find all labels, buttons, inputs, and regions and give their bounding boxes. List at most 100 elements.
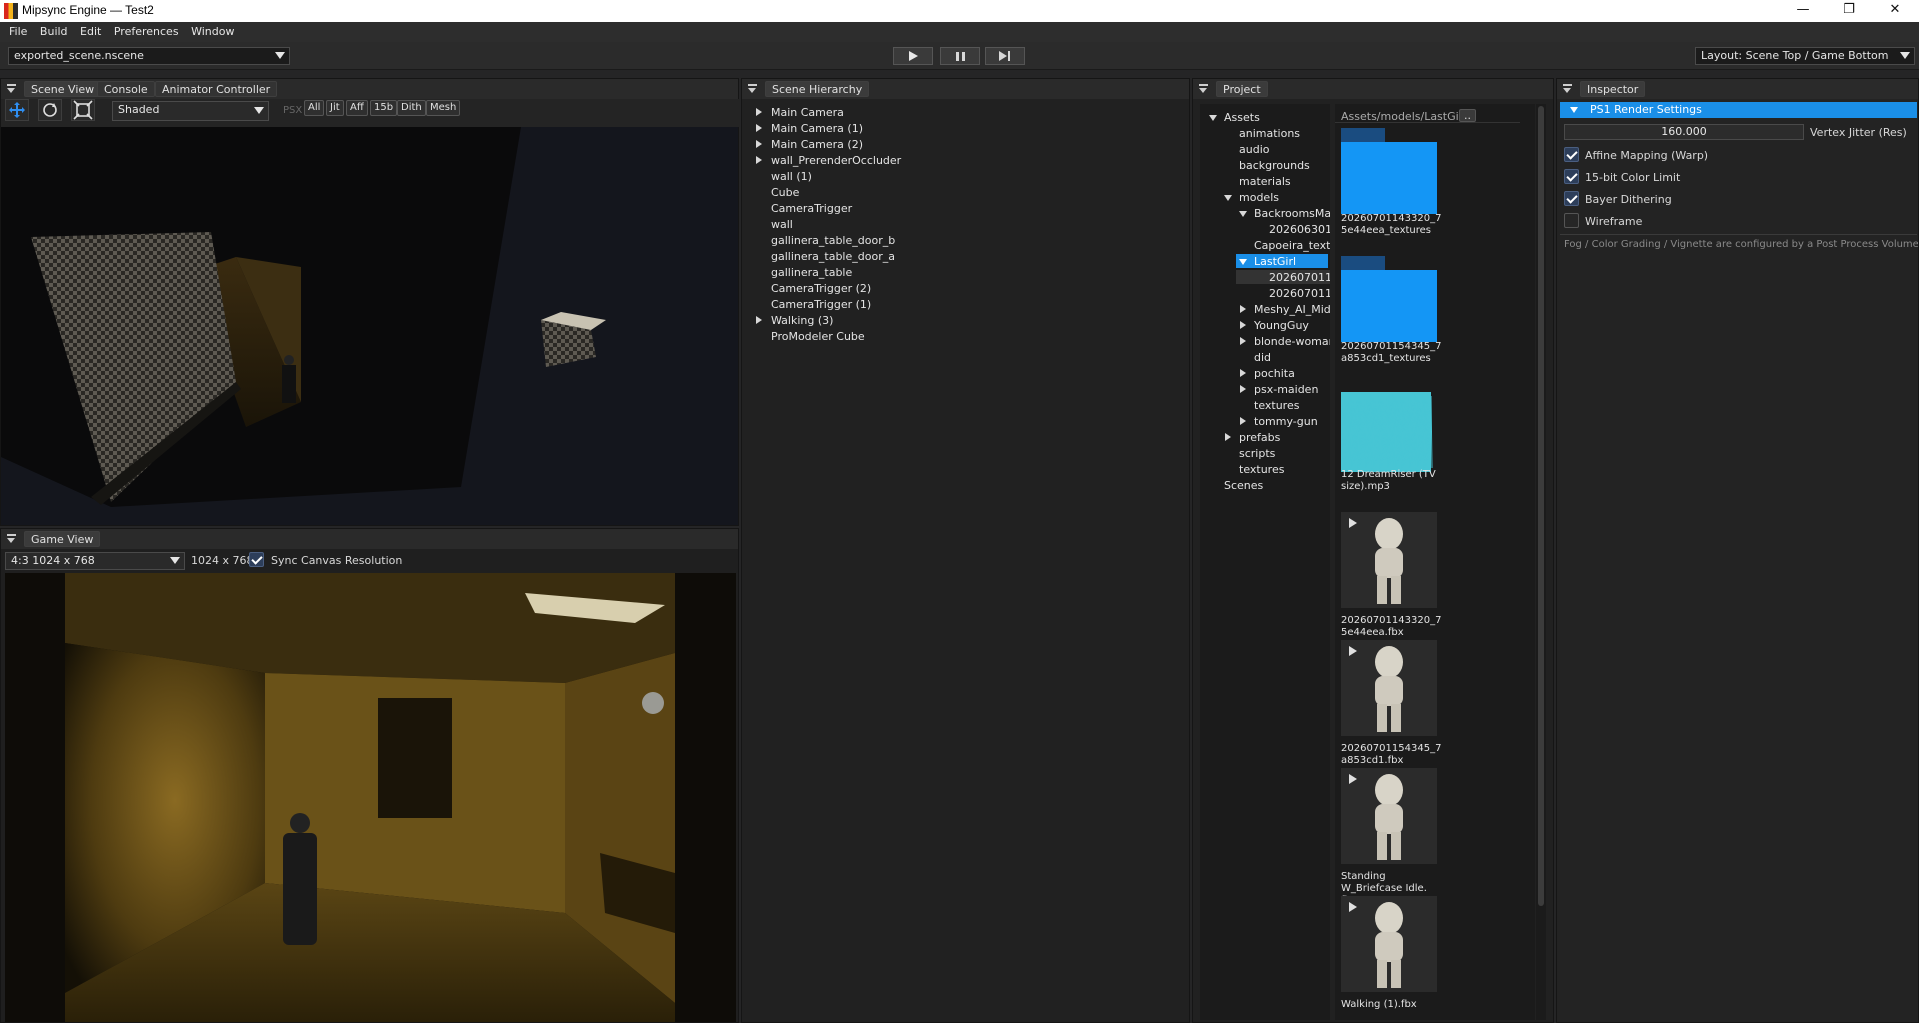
layout-select[interactable]: Layout: Scene Top / Game Bottom	[1695, 47, 1915, 65]
expand-icon[interactable]	[756, 156, 762, 164]
vertex-jitter-input[interactable]: 160.000	[1564, 124, 1804, 140]
hierarchy-item-label: CameraTrigger	[771, 202, 853, 215]
menu-file[interactable]: File	[0, 22, 27, 42]
rotate-tool-button[interactable]	[38, 99, 62, 121]
affine-mapping-label: Affine Mapping (Warp)	[1585, 149, 1709, 162]
asset-item[interactable]: 12 DreamRiser (TV size).mp3	[1341, 384, 1441, 509]
sync-canvas-label: Sync Canvas Resolution	[271, 554, 403, 567]
affine-mapping-checkbox[interactable]	[1564, 147, 1579, 162]
maximize-button[interactable]: ❐	[1826, 0, 1872, 22]
scene-viewport[interactable]	[1, 127, 738, 525]
expand-icon[interactable]	[756, 108, 762, 116]
color-limit-checkbox[interactable]	[1564, 169, 1579, 184]
ps1-settings-header[interactable]: PS1 Render Settings	[1560, 102, 1917, 118]
expand-icon[interactable]	[1240, 321, 1246, 329]
play-icon	[909, 51, 918, 61]
folder-tree-label: YoungGuy	[1254, 319, 1309, 332]
psx-affine-button[interactable]: Aff	[346, 100, 368, 116]
scale-icon	[73, 100, 93, 120]
panel-menu-icon[interactable]	[7, 84, 16, 93]
menu-preferences[interactable]: Preferences	[105, 22, 179, 42]
game-view-panel: Game View 4:3 1024 x 768 1024 x 768 Sync…	[0, 528, 739, 1023]
project-asset-grid: Assets/models/LastGirl .. 20260701143320…	[1335, 104, 1535, 1020]
tab-project[interactable]: Project	[1216, 81, 1268, 97]
psx-all-button[interactable]: All	[304, 100, 325, 116]
close-button[interactable]: ✕	[1872, 0, 1918, 22]
expand-icon[interactable]	[756, 124, 762, 132]
panel-menu-icon[interactable]	[7, 534, 16, 543]
asset-item[interactable]: 20260701143320_7 5e44eea.fbx	[1341, 512, 1441, 638]
resolution-select[interactable]: 4:3 1024 x 768	[5, 552, 185, 570]
wireframe-label: Wireframe	[1585, 215, 1643, 228]
tab-scene-hierarchy[interactable]: Scene Hierarchy	[765, 81, 870, 97]
game-viewport[interactable]	[5, 573, 736, 1022]
scrollbar-thumb[interactable]	[1538, 106, 1544, 906]
psx-jitter-button[interactable]: Jit	[326, 100, 344, 116]
tab-inspector[interactable]: Inspector	[1580, 81, 1646, 97]
bayer-dithering-checkbox[interactable]	[1564, 191, 1579, 206]
psx-dither-button[interactable]: Dith	[397, 100, 426, 116]
hierarchy-item-label: gallinera_table	[771, 266, 853, 279]
collapse-icon[interactable]	[1209, 115, 1217, 121]
tab-console[interactable]: Console	[97, 81, 155, 97]
shading-value: Shaded	[118, 103, 160, 116]
psx-mesh-button[interactable]: Mesh	[426, 100, 461, 116]
scene-hierarchy-panel: Scene Hierarchy Main Camera Main Camera (…	[741, 78, 1190, 1023]
menu-edit[interactable]: Edit	[71, 22, 101, 42]
tab-scene-view[interactable]: Scene View	[24, 81, 102, 97]
panel-menu-icon[interactable]	[1563, 84, 1572, 93]
menu-build[interactable]: Build	[31, 22, 68, 42]
asset-item[interactable]: Walking (1).fbx	[1341, 896, 1441, 1020]
post-process-note: Fog / Color Grading / Vignette are confi…	[1564, 239, 1918, 250]
expand-icon[interactable]	[1240, 305, 1246, 313]
hierarchy-item-label: Main Camera	[771, 106, 844, 119]
expand-icon[interactable]	[1240, 337, 1246, 345]
menu-window[interactable]: Window	[182, 22, 234, 42]
tab-game-view[interactable]: Game View	[24, 531, 101, 547]
move-tool-button[interactable]	[5, 99, 29, 121]
panel-menu-icon[interactable]	[1199, 84, 1208, 93]
expand-icon[interactable]	[1240, 417, 1246, 425]
asset-item[interactable]: 20260701143320_7 5e44eea_textures	[1341, 128, 1441, 253]
scale-tool-button[interactable]	[71, 99, 95, 121]
hierarchy-item-label: Cube	[771, 186, 800, 199]
scene-file-select[interactable]: exported_scene.nscene	[8, 47, 290, 65]
folder-tree-label: blonde-woman	[1254, 335, 1330, 348]
psx-15bit-button[interactable]: 15b	[370, 100, 398, 116]
section-title: PS1 Render Settings	[1590, 103, 1702, 116]
asset-scrollbar[interactable]	[1536, 104, 1546, 1020]
hierarchy-item-label: gallinera_table_door_b	[771, 234, 896, 247]
play-button[interactable]	[893, 47, 933, 65]
up-folder-button[interactable]: ..	[1459, 109, 1476, 122]
scene-file-value: exported_scene.nscene	[14, 49, 144, 62]
folder-tree-label: prefabs	[1239, 431, 1281, 444]
folder-tree-label: psx-maiden	[1254, 383, 1319, 396]
project-folder-tree: Assets animations audio backgrounds material…	[1200, 104, 1330, 1020]
asset-item[interactable]: Standing W_Briefcase Idle. fbx	[1341, 768, 1441, 906]
panel-menu-icon[interactable]	[748, 84, 757, 93]
collapse-icon[interactable]	[1239, 259, 1247, 265]
asset-item[interactable]: 20260701154345_7 a853cd1_textures	[1341, 256, 1441, 381]
layout-value: Layout: Scene Top / Game Bottom	[1701, 49, 1889, 62]
sync-canvas-checkbox[interactable]	[249, 552, 264, 567]
folder-tree-label: pochita	[1254, 367, 1295, 380]
tab-animator-controller[interactable]: Animator Controller	[155, 81, 278, 97]
asset-name: 20260701143320_7 5e44eea_textures	[1341, 213, 1442, 236]
expand-icon[interactable]	[756, 140, 762, 148]
hierarchy-item-label: Main Camera (2)	[771, 138, 864, 151]
step-button[interactable]	[985, 47, 1025, 65]
expand-icon[interactable]	[756, 316, 762, 324]
collapse-icon[interactable]	[1224, 195, 1232, 201]
folder-tree-label: 202607011432	[1269, 271, 1330, 284]
expand-icon[interactable]	[1240, 385, 1246, 393]
psx-label: PSX	[283, 105, 303, 116]
shading-select[interactable]: Shaded	[112, 101, 269, 121]
expand-icon[interactable]	[1240, 369, 1246, 377]
asset-item[interactable]: 20260701154345_7 a853cd1.fbx	[1341, 640, 1441, 766]
collapse-icon[interactable]	[1239, 211, 1247, 217]
pause-button[interactable]	[940, 47, 980, 65]
minimize-button[interactable]: —	[1780, 0, 1826, 22]
character-figure	[282, 365, 296, 403]
expand-icon[interactable]	[1225, 433, 1231, 441]
wireframe-checkbox[interactable]	[1564, 213, 1579, 228]
